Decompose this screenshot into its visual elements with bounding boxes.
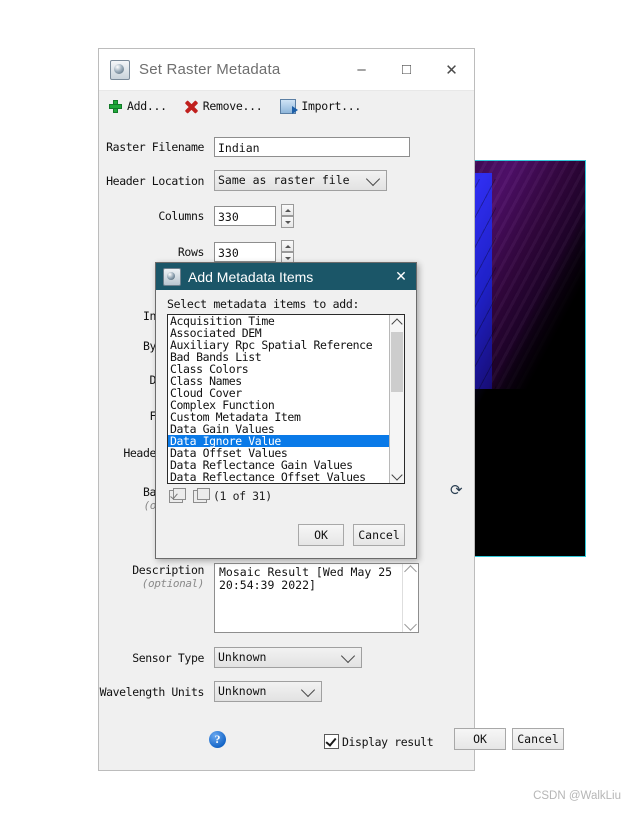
sensor-type-select[interactable]: Unknown [214, 647, 362, 668]
display-result-checkbox[interactable]: Display result [324, 734, 434, 749]
raster-filename-label: Raster Filename [106, 140, 204, 154]
remove-button-label: Remove... [202, 99, 263, 113]
modal-title-bar: Add Metadata Items ✕ [156, 263, 416, 290]
header-location-value: Same as raster file [218, 173, 350, 187]
metadata-items-list[interactable]: Acquisition Time Associated DEM Auxiliary … [167, 314, 405, 484]
selection-count-row: (1 of 31) [169, 487, 416, 503]
description-row: Description (optional) Mosaic Result [We… [99, 563, 419, 633]
wavelength-units-select[interactable]: Unknown [214, 681, 322, 702]
toolbar: Add... Remove... Import... [99, 91, 474, 121]
obscured-label-1: By [142, 339, 156, 353]
obscured-label-3: F [149, 409, 156, 423]
raster-app-icon [110, 59, 130, 80]
header-location-row: Header Location Same as raster file [99, 170, 474, 191]
modal-button-row: OK Cancel [298, 524, 405, 546]
columns-label: Columns [158, 209, 204, 223]
cancel-button[interactable]: Cancel [512, 728, 564, 750]
remove-button[interactable]: Remove... [185, 99, 263, 113]
help-question-icon[interactable]: ? [209, 731, 226, 748]
scroll-down-icon[interactable] [404, 618, 417, 631]
obscured-label-6: (o [143, 499, 157, 512]
wavelength-units-label: Wavelength Units [99, 684, 205, 699]
modal-close-button[interactable]: ✕ [386, 263, 416, 290]
header-location-select[interactable]: Same as raster file [214, 170, 387, 191]
selection-count-text: (1 of 31) [213, 489, 272, 503]
obscured-label-5: Ba [142, 485, 156, 499]
header-location-label: Header Location [106, 173, 204, 188]
list-scroll-thumb[interactable] [391, 332, 403, 392]
modal-prompt: Select metadata items to add: [167, 297, 360, 311]
columns-stepper-up[interactable] [281, 204, 294, 216]
add-button-label: Add... [127, 99, 167, 113]
description-sublabel: (optional) [141, 577, 205, 590]
obscured-label-4: Heade [123, 446, 156, 460]
chevron-down-icon [300, 682, 316, 697]
window-title-bar: Set Raster Metadata – □ ✕ [99, 49, 474, 91]
scroll-up-icon[interactable] [404, 565, 417, 578]
remove-x-icon [185, 100, 198, 113]
list-scroll-down[interactable] [390, 468, 404, 483]
modal-cancel-button[interactable]: Cancel [353, 524, 405, 546]
import-image-icon [280, 98, 299, 114]
refresh-icon[interactable]: ⟳ [450, 482, 468, 498]
wavelength-units-value: Unknown [218, 684, 267, 698]
metadata-items-container: Acquisition Time Associated DEM Auxiliary … [168, 315, 389, 484]
description-scrollbar[interactable] [402, 564, 418, 632]
rows-input[interactable]: 330 [214, 242, 276, 262]
import-button-label: Import... [301, 99, 361, 113]
rows-label: Rows [177, 245, 205, 259]
modal-ok-button[interactable]: OK [298, 524, 344, 546]
obscured-label-0: In [142, 309, 156, 323]
sensor-type-label: Sensor Type [132, 650, 204, 665]
modal-title: Add Metadata Items [188, 268, 314, 285]
rows-stepper-up[interactable] [281, 240, 294, 252]
close-button[interactable]: ✕ [429, 50, 474, 90]
obscured-labels-group: In By D F Heade Ba (o [99, 309, 156, 512]
select-none-icon[interactable] [193, 487, 210, 503]
sensor-type-value: Unknown [218, 650, 267, 664]
window-title: Set Raster Metadata [139, 61, 281, 78]
watermark: CSDN @WalkLiu [533, 790, 621, 802]
chevron-down-icon [365, 171, 381, 186]
add-metadata-items-dialog: Add Metadata Items ✕ Select metadata ite… [155, 262, 417, 559]
ok-button[interactable]: OK [454, 728, 506, 750]
columns-input[interactable]: 330 [214, 206, 276, 226]
description-label: Description [132, 563, 204, 577]
raster-filename-input[interactable]: Indian [214, 137, 410, 157]
maximize-button[interactable]: □ [384, 50, 429, 90]
description-value: Mosaic Result [Wed May 25 20:54:39 2022] [219, 565, 393, 592]
rows-stepper[interactable] [281, 240, 294, 264]
check-all-icon[interactable] [169, 487, 186, 503]
list-scrollbar[interactable] [389, 315, 404, 483]
columns-stepper[interactable] [281, 204, 294, 228]
raster-filename-row: Raster Filename Indian [99, 137, 474, 157]
columns-row: Columns 330 [99, 204, 474, 228]
columns-stepper-down[interactable] [281, 216, 294, 228]
minimize-button[interactable]: – [339, 50, 384, 90]
list-item[interactable]: Default Bands to Load [168, 483, 389, 484]
description-textarea[interactable]: Mosaic Result [Wed May 25 20:54:39 2022] [214, 563, 419, 633]
plus-icon [109, 99, 122, 113]
obscured-label-2: D [149, 373, 156, 387]
display-result-label: Display result [342, 734, 434, 749]
rows-row: Rows 330 [99, 240, 474, 264]
import-button[interactable]: Import... [280, 98, 361, 114]
wavelength-units-row: Wavelength Units Unknown [99, 681, 322, 702]
add-button[interactable]: Add... [109, 99, 167, 113]
sensor-type-row: Sensor Type Unknown [99, 647, 362, 668]
checkbox-checked-icon[interactable] [324, 734, 339, 749]
raster-app-icon [163, 267, 181, 286]
chevron-down-icon [340, 648, 356, 663]
list-scroll-up[interactable] [390, 315, 404, 330]
